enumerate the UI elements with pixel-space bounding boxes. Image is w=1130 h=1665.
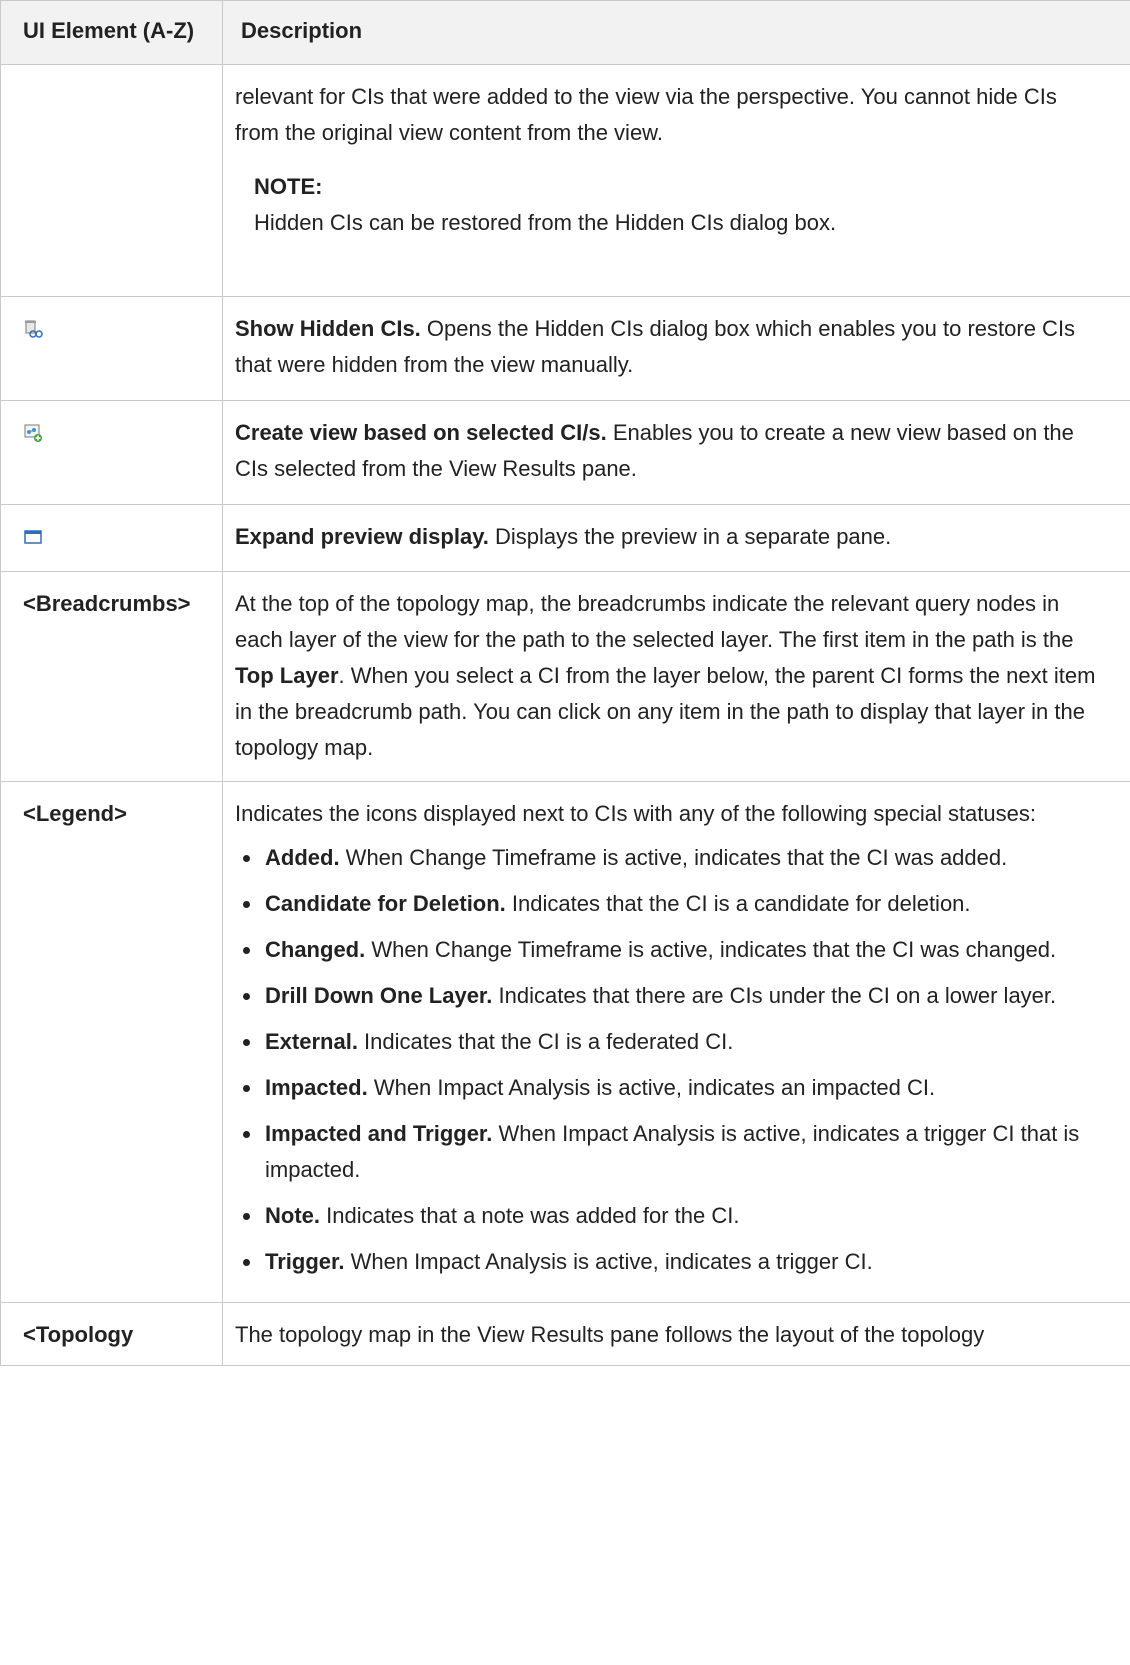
legend-list-item: Note. Indicates that a note was added fo…: [235, 1198, 1106, 1234]
text-part: . When you select a CI from the layer be…: [235, 663, 1096, 760]
description-cell: Indicates the icons displayed next to CI…: [222, 781, 1130, 1303]
legend-item-title: Changed.: [265, 937, 366, 962]
ui-element-label: <Breadcrumbs>: [0, 571, 223, 782]
ui-elements-table-container: UI Element (A-Z) Description relevant fo…: [0, 0, 1130, 1366]
expand-preview-icon: [23, 522, 43, 558]
text-part: At the top of the topology map, the brea…: [235, 591, 1074, 652]
legend-item-text: Indicates that there are CIs under the C…: [492, 983, 1057, 1008]
legend-list-item: Trigger. When Impact Analysis is active,…: [235, 1244, 1106, 1280]
description-cell: Expand preview display. Displays the pre…: [222, 504, 1130, 572]
description-cell: relevant for CIs that were added to the …: [222, 64, 1130, 297]
legend-item-text: Indicates that the CI is a candidate for…: [505, 891, 971, 916]
header-description: Description: [222, 0, 1130, 65]
table-row-show-hidden-cis: Show Hidden CIs. Opens the Hidden CIs di…: [0, 296, 1130, 401]
description-cell: Create view based on selected CI/s. Enab…: [222, 400, 1130, 505]
note-label: NOTE:: [254, 174, 323, 199]
ui-element-cell: [0, 64, 223, 297]
description-text: relevant for CIs that were added to the …: [235, 84, 1057, 145]
description-cell: The topology map in the View Results pan…: [222, 1302, 1130, 1366]
ui-element-cell: [0, 400, 223, 505]
show-hidden-cis-icon: [23, 314, 43, 350]
ui-element-cell: [0, 504, 223, 572]
description-text: Show Hidden CIs. Opens the Hidden CIs di…: [235, 311, 1106, 383]
item-title: Create view based on selected CI/s.: [235, 420, 607, 445]
ui-element-cell: [0, 296, 223, 401]
legend-item-title: Note.: [265, 1203, 320, 1228]
legend-item-title: Impacted.: [265, 1075, 368, 1100]
table-row-breadcrumbs: <Breadcrumbs> At the top of the topology…: [0, 571, 1130, 782]
legend-item-text: When Change Timeframe is active, indicat…: [365, 937, 1057, 962]
legend-item-title: Impacted and Trigger.: [265, 1121, 493, 1146]
table-row-create-view: Create view based on selected CI/s. Enab…: [0, 400, 1130, 505]
item-text: Displays the preview in a separate pane.: [488, 524, 892, 549]
ui-elements-table: UI Element (A-Z) Description relevant fo…: [0, 0, 1130, 1366]
table-row-hide-cis: relevant for CIs that were added to the …: [0, 64, 1130, 297]
legend-list-item: External. Indicates that the CI is a fed…: [235, 1024, 1106, 1060]
table-header-row: UI Element (A-Z) Description: [0, 0, 1130, 65]
legend-item-title: External.: [265, 1029, 358, 1054]
description-cell: Show Hidden CIs. Opens the Hidden CIs di…: [222, 296, 1130, 401]
legend-item-title: Drill Down One Layer.: [265, 983, 493, 1008]
create-view-icon: [23, 418, 43, 454]
description-text: Expand preview display. Displays the pre…: [235, 519, 1106, 555]
legend-list-item: Drill Down One Layer. Indicates that the…: [235, 978, 1106, 1014]
legend-item-text: Indicates that the CI is a federated CI.: [357, 1029, 734, 1054]
table-row-legend: <Legend> Indicates the icons displayed n…: [0, 781, 1130, 1303]
top-layer-term: Top Layer: [235, 663, 339, 688]
description-cell: At the top of the topology map, the brea…: [222, 571, 1130, 782]
header-ui-element: UI Element (A-Z): [0, 0, 223, 65]
legend-list-item: Impacted and Trigger. When Impact Analys…: [235, 1116, 1106, 1188]
legend-list-item: Changed. When Change Timeframe is active…: [235, 932, 1106, 968]
description-text: Create view based on selected CI/s. Enab…: [235, 415, 1106, 487]
legend-status-list: Added. When Change Timeframe is active, …: [235, 840, 1106, 1280]
description-text: At the top of the topology map, the brea…: [235, 586, 1106, 766]
table-row-expand-preview: Expand preview display. Displays the pre…: [0, 504, 1130, 572]
ui-element-label: <Legend>: [0, 781, 223, 1303]
description-text: The topology map in the View Results pan…: [235, 1322, 985, 1347]
legend-item-text: Indicates that a note was added for the …: [320, 1203, 740, 1228]
legend-item-title: Candidate for Deletion.: [265, 891, 506, 916]
table-row-topology: <Topology The topology map in the View R…: [0, 1302, 1130, 1366]
legend-item-text: When Change Timeframe is active, indicat…: [339, 845, 1008, 870]
legend-item-text: When Impact Analysis is active, indicate…: [344, 1249, 873, 1274]
legend-item-title: Trigger.: [265, 1249, 345, 1274]
legend-list-item: Added. When Change Timeframe is active, …: [235, 840, 1106, 876]
legend-intro: Indicates the icons displayed next to CI…: [235, 801, 1036, 826]
note-box: NOTE: Hidden CIs can be restored from th…: [254, 169, 1106, 241]
legend-item-title: Added.: [265, 845, 340, 870]
legend-list-item: Candidate for Deletion. Indicates that t…: [235, 886, 1106, 922]
item-title: Show Hidden CIs.: [235, 316, 421, 341]
legend-item-text: When Impact Analysis is active, indicate…: [367, 1075, 936, 1100]
item-title: Expand preview display.: [235, 524, 489, 549]
ui-element-label: <Topology: [0, 1302, 223, 1366]
legend-list-item: Impacted. When Impact Analysis is active…: [235, 1070, 1106, 1106]
note-text: Hidden CIs can be restored from the Hidd…: [254, 210, 837, 235]
